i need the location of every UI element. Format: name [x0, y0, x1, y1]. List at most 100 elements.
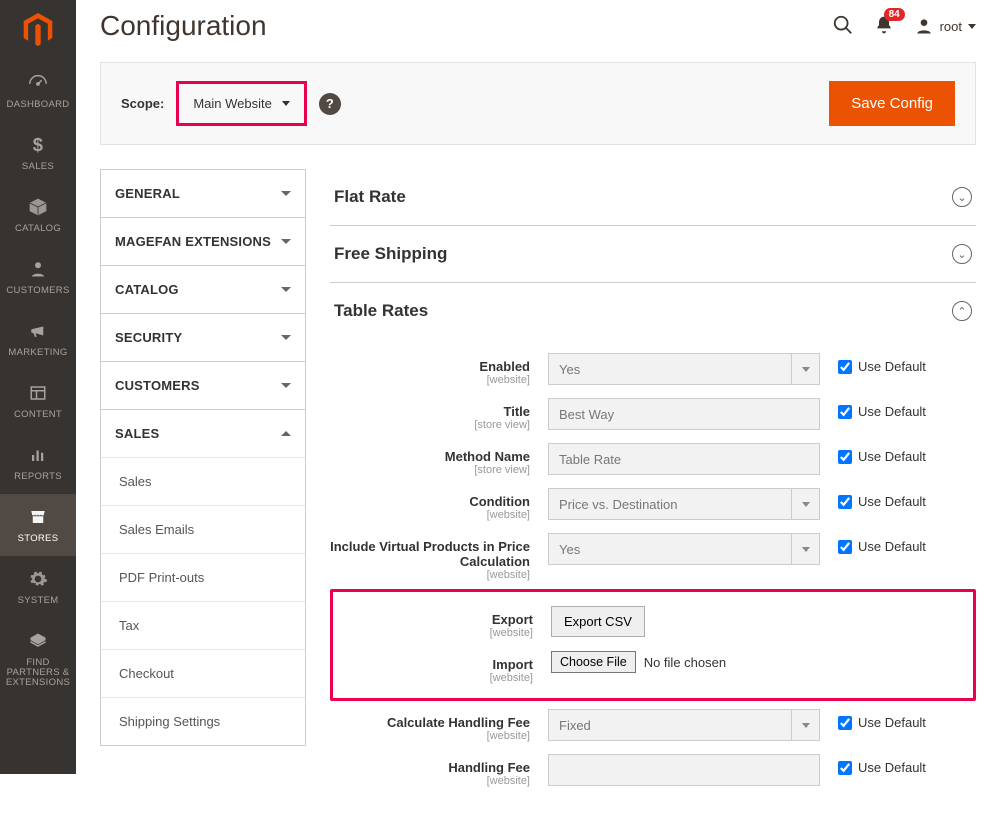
condition-select[interactable]: Price vs. Destination	[548, 488, 820, 520]
use-default-enabled[interactable]: Use Default	[838, 353, 926, 374]
use-default-checkbox[interactable]	[838, 495, 852, 509]
field-label: Method Name	[330, 449, 530, 464]
cfg-sub-tax[interactable]: Tax	[101, 602, 305, 649]
use-default-checkbox[interactable]	[838, 761, 852, 775]
notifications-icon[interactable]: 84	[874, 14, 894, 39]
use-default-label: Use Default	[858, 715, 926, 730]
field-label: Import	[333, 657, 533, 672]
config-tabs: GENERAL MAGEFAN EXTENSIONS CATALOG SECUR…	[100, 169, 306, 746]
nav-stores[interactable]: STORES	[0, 494, 76, 556]
method-input[interactable]: Table Rate	[548, 443, 820, 475]
top-bar: Configuration 84 root	[76, 0, 1000, 42]
use-default-checkbox[interactable]	[838, 450, 852, 464]
nav-system[interactable]: SYSTEM	[0, 556, 76, 618]
section-toggle-flat-rate[interactable]: Flat Rate ⌄	[330, 169, 976, 225]
cfg-tab-security[interactable]: SECURITY	[101, 314, 305, 361]
cfg-tab-general[interactable]: GENERAL	[101, 170, 305, 217]
chevron-down-icon	[281, 335, 291, 340]
select-value: Price vs. Destination	[559, 497, 678, 512]
store-icon	[2, 504, 74, 530]
cfg-tab-catalog[interactable]: CATALOG	[101, 266, 305, 313]
cfg-tab-magefan[interactable]: MAGEFAN EXTENSIONS	[101, 218, 305, 265]
gear-icon	[2, 566, 74, 592]
field-scope: [store view]	[330, 419, 530, 431]
nav-content[interactable]: CONTENT	[0, 370, 76, 432]
cfg-tab-label: GENERAL	[115, 186, 180, 201]
nav-marketing[interactable]: MARKETING	[0, 308, 76, 370]
nav-label: CUSTOMERS	[2, 286, 74, 296]
use-default-label: Use Default	[858, 404, 926, 419]
nav-dashboard[interactable]: DASHBOARD	[0, 60, 76, 122]
person-icon	[2, 256, 74, 282]
field-scope: [website]	[330, 509, 530, 521]
scope-selector[interactable]: Main Website	[176, 81, 307, 126]
field-title: Title[store view] Best Way Use Default	[330, 392, 976, 437]
chevron-down-icon: ⌄	[952, 244, 972, 264]
nav-catalog[interactable]: CATALOG	[0, 184, 76, 246]
cfg-sub-shipping-settings[interactable]: Shipping Settings	[101, 698, 305, 745]
chevron-down-icon	[281, 239, 291, 244]
use-default-condition[interactable]: Use Default	[838, 488, 926, 509]
input-value: Table Rate	[559, 452, 621, 467]
use-default-checkbox[interactable]	[838, 540, 852, 554]
select-value: Fixed	[559, 718, 591, 733]
export-import-highlight: Export[website] Export CSV Import[websit…	[330, 589, 976, 701]
select-value: Yes	[559, 362, 580, 377]
handling-fee-input[interactable]	[548, 754, 820, 786]
chevron-down-icon	[281, 191, 291, 196]
chevron-up-icon	[281, 431, 291, 436]
help-icon[interactable]: ?	[319, 93, 341, 115]
cfg-tab-label: SALES	[115, 426, 159, 441]
section-toggle-free-shipping[interactable]: Free Shipping ⌄	[330, 226, 976, 282]
cfg-sub-pdf[interactable]: PDF Print-outs	[101, 554, 305, 601]
title-input[interactable]: Best Way	[548, 398, 820, 430]
user-menu[interactable]: root	[914, 16, 976, 36]
cfg-sub-checkout[interactable]: Checkout	[101, 650, 305, 697]
scope-label: Scope:	[121, 96, 164, 111]
choose-file-button[interactable]: Choose File	[551, 651, 636, 673]
input-value: Best Way	[559, 407, 614, 422]
use-default-method[interactable]: Use Default	[838, 443, 926, 464]
box-icon	[2, 194, 74, 220]
export-csv-button[interactable]: Export CSV	[551, 606, 645, 637]
nav-reports[interactable]: REPORTS	[0, 432, 76, 494]
section-toggle-table-rates[interactable]: Table Rates ⌃	[330, 283, 976, 339]
use-default-virtual[interactable]: Use Default	[838, 533, 926, 554]
use-default-checkbox[interactable]	[838, 716, 852, 730]
nav-customers[interactable]: CUSTOMERS	[0, 246, 76, 308]
cfg-tab-sales[interactable]: SALES	[101, 410, 305, 457]
enabled-select[interactable]: Yes	[548, 353, 820, 385]
use-default-checkbox[interactable]	[838, 405, 852, 419]
use-default-calcfee[interactable]: Use Default	[838, 709, 926, 730]
cfg-sub-sales-emails[interactable]: Sales Emails	[101, 506, 305, 553]
field-scope: [website]	[330, 374, 530, 386]
cfg-sub-sales[interactable]: Sales	[101, 458, 305, 505]
notifications-badge: 84	[884, 8, 905, 21]
scope-value: Main Website	[193, 96, 272, 111]
field-virtual: Include Virtual Products in Price Calcul…	[330, 527, 976, 587]
nav-partners[interactable]: FIND PARTNERS & EXTENSIONS	[0, 618, 76, 700]
calc-handling-select[interactable]: Fixed	[548, 709, 820, 741]
use-default-checkbox[interactable]	[838, 360, 852, 374]
field-label: Enabled	[330, 359, 530, 374]
field-label: Calculate Handling Fee	[330, 715, 530, 730]
dollar-icon: $	[2, 132, 74, 158]
gauge-icon	[2, 70, 74, 96]
field-scope: [website]	[330, 775, 530, 787]
file-status: No file chosen	[644, 655, 726, 670]
partners-icon	[2, 628, 74, 654]
caret-down-icon	[282, 101, 290, 106]
nav-label: STORES	[2, 534, 74, 544]
use-default-title[interactable]: Use Default	[838, 398, 926, 419]
save-config-button[interactable]: Save Config	[829, 81, 955, 126]
magento-logo[interactable]	[0, 0, 76, 60]
cfg-tab-customers[interactable]: CUSTOMERS	[101, 362, 305, 409]
field-method: Method Name[store view] Table Rate Use D…	[330, 437, 976, 482]
use-default-handfee[interactable]: Use Default	[838, 754, 926, 775]
cfg-tab-label: CATALOG	[115, 282, 179, 297]
search-icon[interactable]	[832, 14, 854, 39]
field-label: Export	[333, 612, 533, 627]
nav-sales[interactable]: $ SALES	[0, 122, 76, 184]
bars-icon	[2, 442, 74, 468]
virtual-select[interactable]: Yes	[548, 533, 820, 565]
